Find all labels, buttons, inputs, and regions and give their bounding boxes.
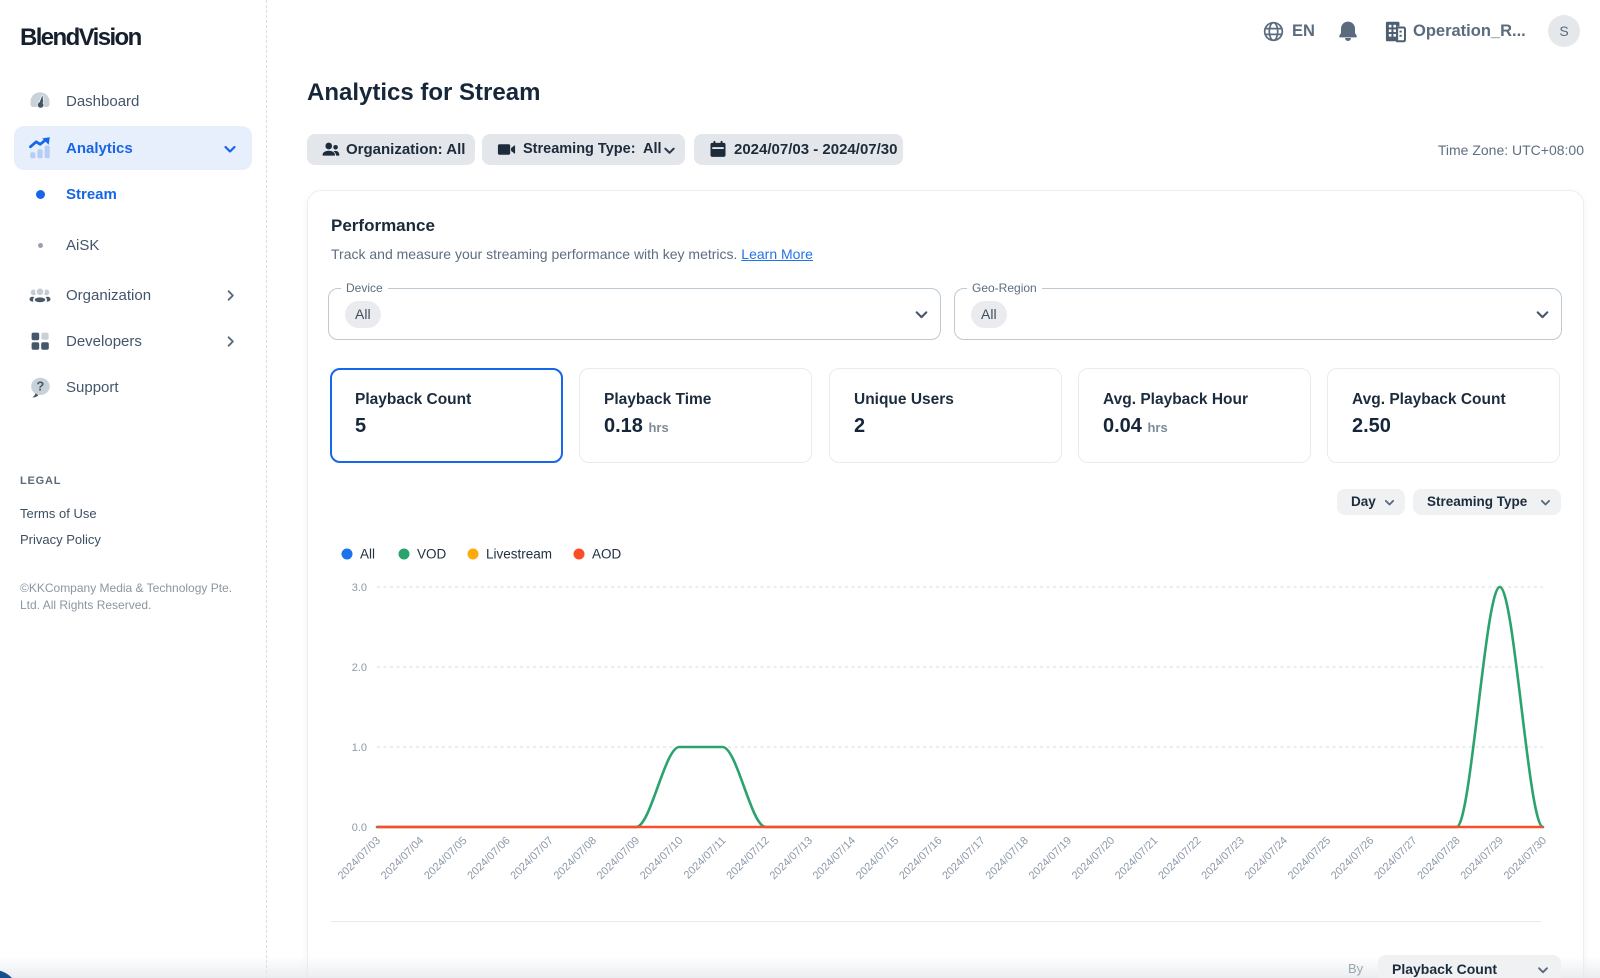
svg-text:?: ? xyxy=(36,379,44,394)
